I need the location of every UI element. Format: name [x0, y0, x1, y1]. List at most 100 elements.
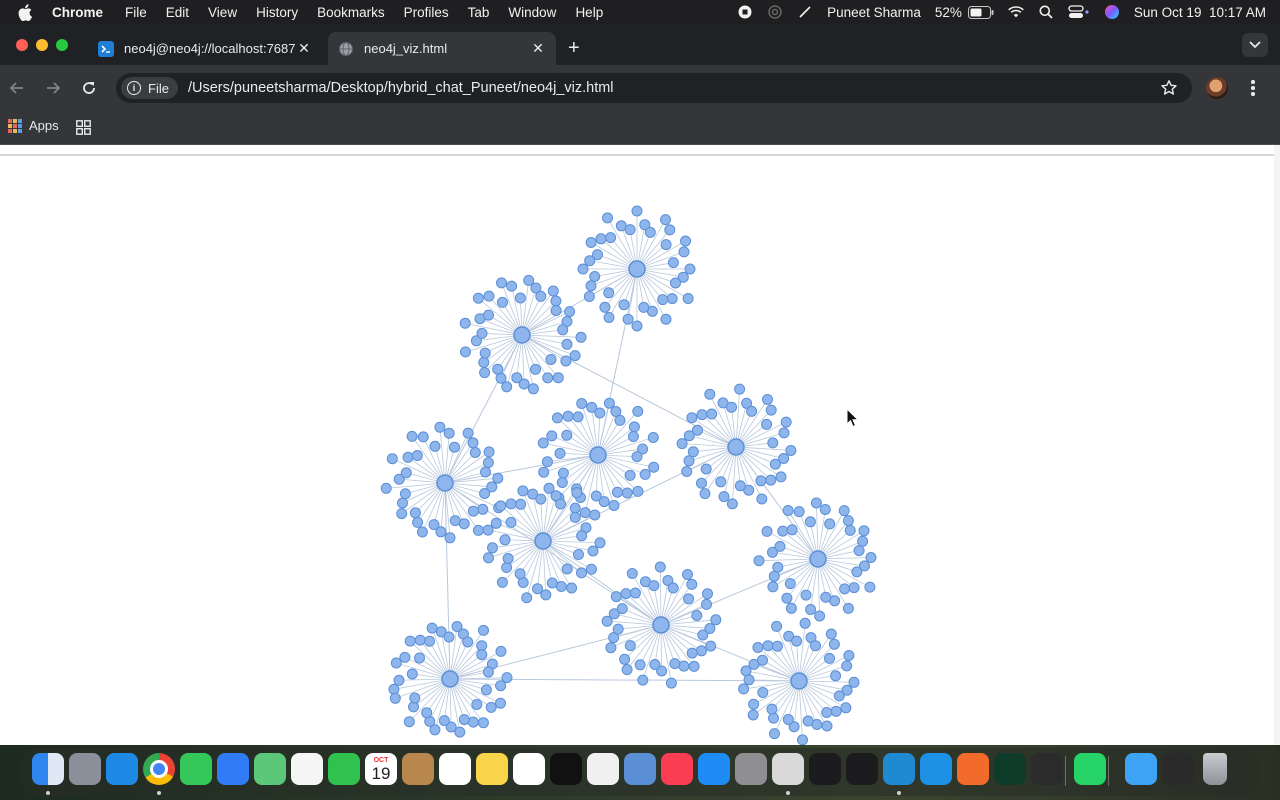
graph-node[interactable] — [838, 505, 850, 517]
music-icon[interactable] — [661, 753, 693, 785]
graph-node[interactable] — [684, 263, 696, 275]
graph-node[interactable] — [595, 233, 607, 245]
graph-node[interactable] — [411, 450, 423, 461]
graph-node[interactable] — [482, 524, 494, 536]
graph-node[interactable] — [483, 552, 494, 564]
graph-node[interactable] — [624, 469, 636, 481]
graph-node[interactable] — [706, 408, 718, 420]
graph-node[interactable] — [403, 716, 415, 728]
graph-node[interactable] — [805, 604, 817, 615]
graph-node[interactable] — [627, 431, 639, 442]
graph-node[interactable] — [537, 437, 549, 449]
graph-node[interactable] — [665, 677, 677, 689]
chrome-menu-icon[interactable] — [1244, 77, 1262, 99]
graph-node[interactable] — [734, 383, 746, 395]
graph-node[interactable] — [844, 524, 856, 536]
graph-node[interactable] — [389, 692, 401, 704]
graph-node[interactable] — [428, 519, 440, 531]
graph-node[interactable] — [406, 668, 418, 680]
graph-node[interactable] — [772, 561, 784, 573]
bookmark-apps[interactable]: Apps — [8, 118, 59, 133]
graph-node[interactable] — [576, 398, 588, 409]
graph-hub-node[interactable] — [441, 670, 459, 688]
graph-node[interactable] — [682, 569, 693, 580]
graph-node[interactable] — [477, 717, 489, 729]
chrome-icon[interactable] — [143, 753, 175, 785]
graph-node[interactable] — [397, 497, 408, 509]
graph-node[interactable] — [782, 714, 794, 725]
graph-node[interactable] — [753, 555, 765, 567]
graph-node[interactable] — [602, 212, 613, 224]
window-icon[interactable] — [1162, 753, 1194, 785]
graph-node[interactable] — [800, 589, 812, 601]
graph-node[interactable] — [614, 414, 626, 426]
graph-node[interactable] — [585, 563, 597, 575]
graph-node[interactable] — [496, 576, 508, 588]
menu-bookmarks[interactable]: Bookmarks — [317, 5, 385, 20]
graph-node[interactable] — [647, 432, 659, 443]
graph-node[interactable] — [683, 593, 695, 605]
siri-icon[interactable] — [1104, 4, 1120, 20]
graph-node[interactable] — [399, 651, 411, 663]
back-button[interactable] — [7, 78, 27, 98]
graph-node[interactable] — [682, 293, 694, 304]
graph-node[interactable] — [594, 537, 606, 549]
graph-node[interactable] — [810, 497, 822, 509]
graph-node[interactable] — [605, 232, 617, 244]
graph-node[interactable] — [434, 421, 446, 433]
graph-node[interactable] — [780, 416, 792, 428]
graph-hub-node[interactable] — [513, 326, 531, 344]
graph-node[interactable] — [618, 299, 630, 311]
graph-node[interactable] — [393, 674, 405, 686]
graph-node[interactable] — [762, 640, 774, 652]
graph-node[interactable] — [562, 410, 574, 422]
graph-node[interactable] — [702, 588, 713, 600]
graph-hub-node[interactable] — [436, 474, 454, 492]
graph-node[interactable] — [576, 530, 588, 542]
graph-node[interactable] — [492, 472, 504, 484]
graph-node[interactable] — [490, 517, 502, 529]
graph-node[interactable] — [680, 235, 691, 247]
graph-node[interactable] — [592, 249, 603, 261]
graph-node[interactable] — [535, 493, 547, 505]
graph-node[interactable] — [386, 453, 398, 465]
graph-node[interactable] — [550, 295, 562, 307]
graph-node[interactable] — [848, 582, 860, 594]
graph-node[interactable] — [791, 635, 803, 647]
graph-node[interactable] — [765, 474, 777, 486]
graph-node[interactable] — [535, 290, 547, 302]
graph-node[interactable] — [561, 429, 573, 441]
graph-node[interactable] — [828, 638, 840, 650]
graph-node[interactable] — [771, 620, 783, 632]
launchpad-icon[interactable] — [69, 753, 101, 785]
graph-node[interactable] — [701, 598, 712, 610]
minimize-window-button[interactable] — [36, 39, 48, 51]
graph-node[interactable] — [589, 271, 601, 282]
url-text[interactable]: /Users/puneetsharma/Desktop/hybrid_chat_… — [188, 80, 614, 96]
pen-app-icon[interactable] — [957, 753, 989, 785]
graph-node[interactable] — [830, 670, 842, 682]
menu-app-name[interactable]: Chrome — [52, 5, 103, 20]
graph-node[interactable] — [573, 549, 584, 560]
graph-node[interactable] — [660, 214, 671, 226]
graph-node[interactable] — [715, 476, 727, 488]
finder-icon[interactable] — [32, 753, 64, 785]
graph-node[interactable] — [657, 294, 669, 306]
graph-node[interactable] — [477, 503, 489, 515]
graph-node[interactable] — [499, 534, 511, 546]
tab-search-button[interactable] — [1242, 33, 1268, 57]
airplay-icon[interactable] — [767, 4, 783, 20]
graph-node[interactable] — [557, 324, 569, 336]
graph-node[interactable] — [502, 553, 514, 564]
graph-node[interactable] — [819, 504, 831, 515]
close-window-button[interactable] — [16, 39, 28, 51]
graph-node[interactable] — [851, 566, 863, 578]
graph-node[interactable] — [546, 430, 558, 442]
graph-node[interactable] — [443, 631, 455, 643]
tv-icon[interactable] — [550, 753, 582, 785]
graph-node[interactable] — [766, 703, 778, 715]
graph-node[interactable] — [396, 508, 408, 520]
graph-node[interactable] — [632, 485, 644, 497]
notes-icon[interactable] — [476, 753, 508, 785]
graph-node[interactable] — [482, 457, 494, 469]
